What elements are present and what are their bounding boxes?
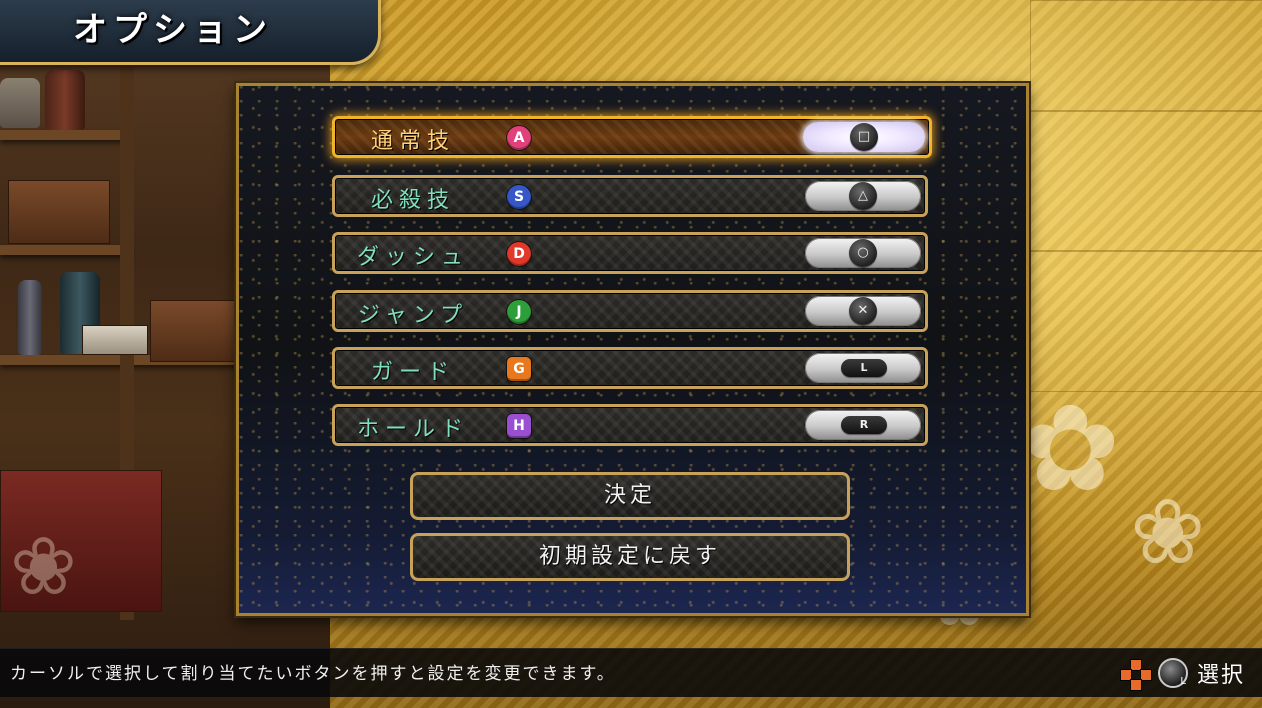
h-key-icon: H (507, 414, 531, 438)
square-button-icon: □ (850, 123, 878, 151)
help-bar: カーソルで選択して割り当てたいボタンを押すと設定を変更できます。 L 選択 (0, 648, 1262, 697)
wooden-box (150, 300, 237, 362)
l-shoulder-button-icon: L (841, 359, 887, 377)
s-key-icon: S (507, 185, 531, 209)
help-text: カーソルで選択して割り当てたいボタンを押すと設定を変更できます。 (10, 664, 616, 684)
gold-tile (1030, 110, 1262, 252)
left-stick-icon: L (1158, 658, 1188, 688)
assignment-label: ジャンプ (357, 303, 469, 328)
reset-defaults-button[interactable]: 初期設定に戻す (410, 533, 850, 581)
assignment-row-hold[interactable]: ホールド H R (332, 404, 928, 446)
bottle (18, 280, 42, 355)
title-banner: オプション (0, 0, 381, 65)
button-slot[interactable]: R (805, 410, 921, 440)
assignment-label: ホールド (356, 417, 469, 442)
shelf (0, 245, 130, 255)
button-slot[interactable]: □ (803, 122, 925, 152)
shelf (0, 130, 130, 140)
page-title: オプション (73, 10, 273, 50)
button-slot[interactable]: L (805, 353, 921, 383)
g-key-icon: G (507, 357, 531, 381)
flower-pattern-icon: ❀ (1130, 480, 1206, 585)
jar (0, 78, 40, 128)
assignment-row-guard[interactable]: ガード G L (332, 347, 928, 389)
flower-pattern-icon: ❀ (10, 520, 78, 613)
cross-button-icon: ✕ (849, 297, 877, 325)
assignment-label: ガード (370, 360, 455, 385)
cloth (82, 325, 148, 355)
assignment-row-dash[interactable]: ダッシュ D ○ (332, 232, 928, 274)
gold-tile (1030, 0, 1262, 112)
assignment-row-jump[interactable]: ジャンプ J ✕ (332, 290, 928, 332)
d-key-icon: D (507, 242, 531, 266)
flower-pattern-icon: ✿ (1020, 380, 1121, 519)
assignment-row-special-attack[interactable]: 必殺技 S △ (332, 175, 928, 217)
wooden-box (8, 180, 110, 244)
confirm-button[interactable]: 決定 (410, 472, 850, 520)
jar (45, 70, 85, 130)
dpad-icon (1120, 659, 1152, 691)
gold-tile (1030, 250, 1262, 392)
assignment-row-normal-attack[interactable]: 通常技 A □ (332, 116, 932, 158)
j-key-icon: J (507, 300, 531, 324)
assignment-label: 通常技 (370, 129, 455, 154)
assignment-label: ダッシュ (356, 245, 469, 270)
a-key-icon: A (507, 126, 531, 150)
button-slot[interactable]: △ (805, 181, 921, 211)
assignment-label: 必殺技 (370, 188, 455, 213)
r-shoulder-button-icon: R (841, 416, 887, 434)
select-label: 選択 (1197, 663, 1246, 688)
triangle-button-icon: △ (849, 182, 877, 210)
button-slot[interactable]: ○ (805, 238, 921, 268)
circle-button-icon: ○ (849, 239, 877, 267)
button-slot[interactable]: ✕ (805, 296, 921, 326)
